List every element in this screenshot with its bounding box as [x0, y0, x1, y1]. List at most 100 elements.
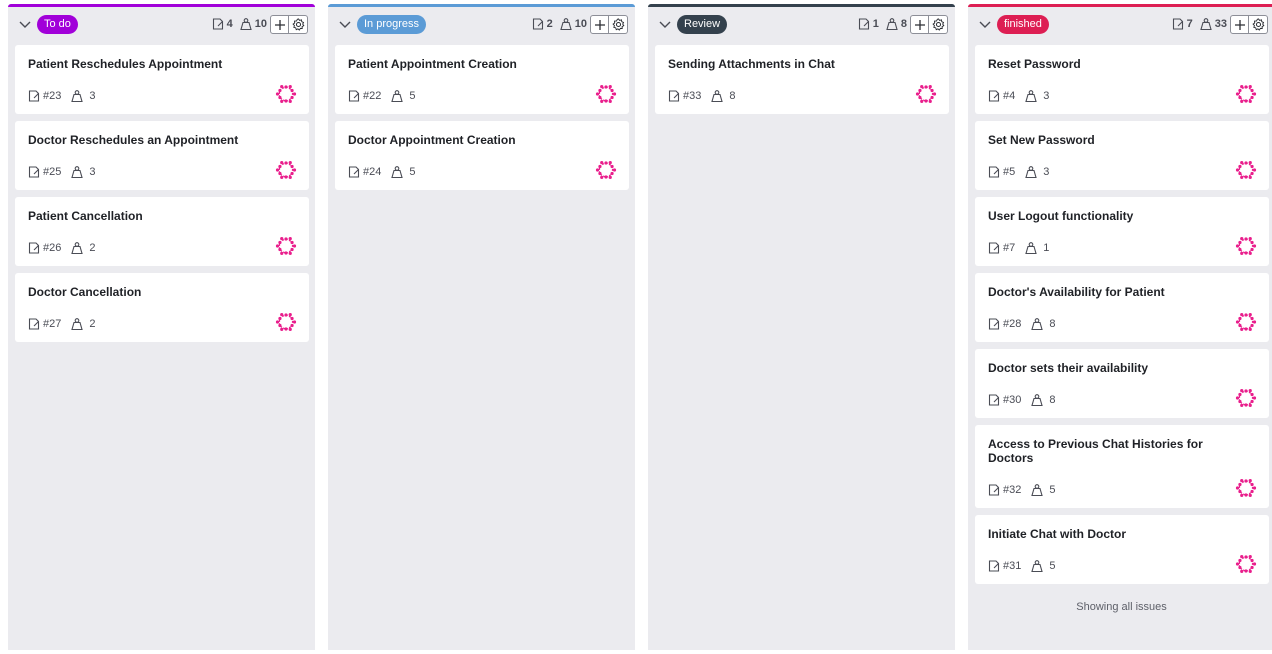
issue-title[interactable]: Doctor Cancellation — [28, 285, 260, 299]
issue-title[interactable]: Patient Reschedules Appointment — [28, 57, 260, 71]
weight-icon — [1031, 393, 1044, 407]
column-stats: 4 10 — [212, 17, 271, 31]
issue-title[interactable]: Patient Cancellation — [28, 209, 260, 223]
column-stats: 7 33 — [1172, 17, 1231, 31]
issue-meta: #31 5 — [988, 559, 1256, 573]
issue-icon — [668, 89, 680, 103]
assignee-avatar-icon[interactable] — [595, 83, 617, 105]
column-settings-button[interactable] — [929, 15, 948, 34]
issue-title[interactable]: Sending Attachments in Chat — [668, 57, 900, 71]
weight-icon — [71, 165, 84, 179]
issue-id: #27 — [43, 318, 62, 330]
issue-card[interactable]: Access to Previous Chat Histories for Do… — [975, 425, 1269, 508]
issue-icon — [988, 241, 1000, 255]
column-weight: 8 — [900, 18, 907, 30]
assignee-avatar-icon[interactable] — [1235, 387, 1257, 409]
column-title-badge: finished — [997, 15, 1049, 34]
column-settings-button[interactable] — [289, 15, 308, 34]
issue-weight: 8 — [1049, 318, 1056, 330]
issue-id: #4 — [1003, 90, 1016, 102]
assignee-avatar-icon[interactable] — [595, 159, 617, 181]
issue-id: #25 — [43, 166, 62, 178]
column-settings-button[interactable] — [609, 15, 628, 34]
issue-weight: 5 — [1049, 484, 1056, 496]
issue-id: #22 — [363, 90, 382, 102]
issue-card[interactable]: Reset Password #4 3 — [975, 45, 1269, 114]
issue-weight: 2 — [89, 242, 96, 254]
assignee-avatar-icon[interactable] — [1235, 311, 1257, 333]
issue-id: #7 — [1003, 242, 1016, 254]
issue-card[interactable]: Initiate Chat with Doctor #31 5 — [975, 515, 1269, 584]
column-color-bar — [648, 4, 955, 7]
assignee-avatar-icon[interactable] — [275, 235, 297, 257]
issue-id: #5 — [1003, 166, 1016, 178]
issue-icon — [988, 393, 1000, 407]
issues-icon — [1172, 17, 1184, 31]
issue-meta: #5 3 — [988, 165, 1256, 179]
issue-title[interactable]: Access to Previous Chat Histories for Do… — [988, 437, 1220, 465]
issue-card[interactable]: Patient Cancellation #26 2 — [15, 197, 309, 266]
issue-card[interactable]: Set New Password #5 3 — [975, 121, 1269, 190]
assignee-avatar-icon[interactable] — [1235, 159, 1257, 181]
issue-weight: 1 — [1043, 242, 1050, 254]
issue-title[interactable]: Patient Appointment Creation — [348, 57, 580, 71]
chevron-down-icon[interactable] — [658, 17, 672, 31]
issue-icon — [28, 317, 40, 331]
issue-id: #33 — [683, 90, 702, 102]
chevron-down-icon[interactable] — [338, 17, 352, 31]
column-stats: 18 — [858, 17, 911, 31]
issue-id: #26 — [43, 242, 62, 254]
issue-card[interactable]: Doctor Cancellation #27 2 — [15, 273, 309, 342]
issue-icon — [348, 165, 360, 179]
issue-card[interactable]: Patient Appointment Creation #22 5 — [335, 45, 629, 114]
weight-icon — [1031, 559, 1044, 573]
issues-icon — [858, 17, 870, 31]
issue-title[interactable]: Doctor Reschedules an Appointment — [28, 133, 260, 147]
issue-card[interactable]: Doctor's Availability for Patient #28 8 — [975, 273, 1269, 342]
column-color-bar — [8, 4, 315, 7]
issue-card[interactable]: Patient Reschedules Appointment #23 3 — [15, 45, 309, 114]
issue-id: #28 — [1003, 318, 1022, 330]
issue-title[interactable]: Doctor sets their availability — [988, 361, 1220, 375]
issue-icon — [988, 89, 1000, 103]
column-settings-button[interactable] — [1249, 15, 1268, 34]
issue-meta: #7 1 — [988, 241, 1256, 255]
assignee-avatar-icon[interactable] — [275, 311, 297, 333]
column-color-bar — [328, 4, 635, 7]
issue-title[interactable]: User Logout functionality — [988, 209, 1220, 223]
issue-icon — [28, 89, 40, 103]
assignee-avatar-icon[interactable] — [1235, 553, 1257, 575]
column-title-badge: To do — [37, 15, 78, 34]
issue-count: 4 — [226, 18, 233, 30]
assignee-avatar-icon[interactable] — [915, 83, 937, 105]
weight-icon — [1200, 17, 1212, 31]
add-issue-button[interactable] — [590, 15, 609, 34]
issue-count: 1 — [872, 18, 879, 30]
issue-card[interactable]: Sending Attachments in Chat #33 8 — [655, 45, 949, 114]
weight-icon — [1031, 483, 1044, 497]
assignee-avatar-icon[interactable] — [1235, 235, 1257, 257]
assignee-avatar-icon[interactable] — [275, 83, 297, 105]
issue-meta: #33 8 — [668, 89, 936, 103]
chevron-down-icon[interactable] — [978, 17, 992, 31]
issue-id: #23 — [43, 90, 62, 102]
issue-title[interactable]: Doctor's Availability for Patient — [988, 285, 1220, 299]
assignee-avatar-icon[interactable] — [275, 159, 297, 181]
add-issue-button[interactable] — [910, 15, 929, 34]
assignee-avatar-icon[interactable] — [1235, 477, 1257, 499]
assignee-avatar-icon[interactable] — [1235, 83, 1257, 105]
issue-title[interactable]: Doctor Appointment Creation — [348, 133, 580, 147]
issue-weight: 8 — [729, 90, 736, 102]
add-issue-button[interactable] — [1230, 15, 1249, 34]
issues-icon — [532, 17, 544, 31]
issue-meta: #27 2 — [28, 317, 296, 331]
chevron-down-icon[interactable] — [18, 17, 32, 31]
issue-title[interactable]: Set New Password — [988, 133, 1220, 147]
issue-card[interactable]: Doctor sets their availability #30 8 — [975, 349, 1269, 418]
issue-title[interactable]: Reset Password — [988, 57, 1220, 71]
issue-card[interactable]: User Logout functionality #7 1 — [975, 197, 1269, 266]
add-issue-button[interactable] — [270, 15, 289, 34]
issue-card[interactable]: Doctor Appointment Creation #24 5 — [335, 121, 629, 190]
issue-card[interactable]: Doctor Reschedules an Appointment #25 3 — [15, 121, 309, 190]
issue-title[interactable]: Initiate Chat with Doctor — [988, 527, 1220, 541]
